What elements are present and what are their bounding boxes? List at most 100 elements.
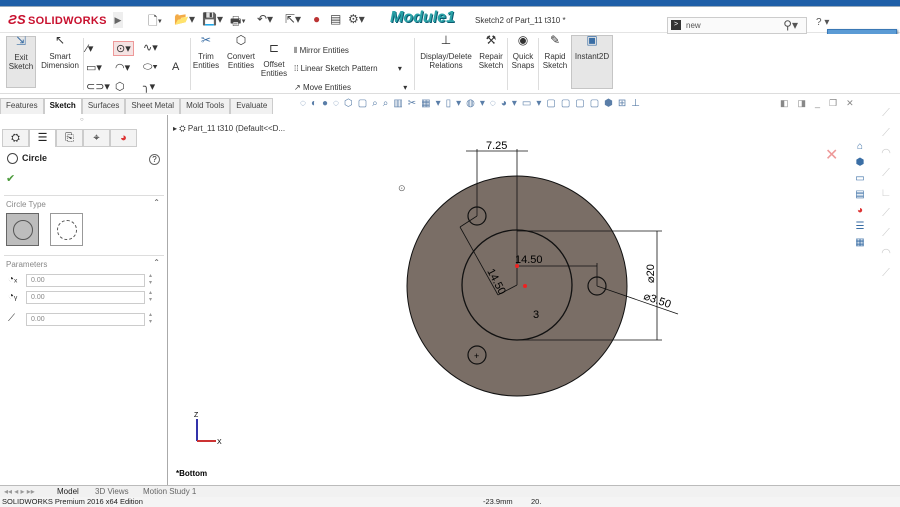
ellipse-icon[interactable]: ⬭▾ xyxy=(143,61,158,74)
file-properties-icon[interactable]: ▤ xyxy=(330,12,341,26)
polygon-icon[interactable]: ⬡ xyxy=(115,80,125,93)
solidworks-window: ƧS SOLIDWORKS ▶ 🗋▾ 📂▾ 💾▾ 🖶▾ ↶▾ ⇱▾ ● ▤ ⚙▾ … xyxy=(0,6,900,507)
tab-motion-study[interactable]: Motion Study 1 xyxy=(143,487,196,496)
file-explorer-icon[interactable]: ▭ xyxy=(852,173,868,189)
center-circle-button[interactable] xyxy=(6,213,39,246)
fillet-icon[interactable]: ╮▾ xyxy=(143,80,155,93)
display-delete-relations-button[interactable]: ⊥ Display/Delete Relations xyxy=(418,34,474,70)
search-icon[interactable]: ⚲▾ xyxy=(783,18,798,32)
tab-sketch[interactable]: Sketch xyxy=(43,98,82,114)
brand-text: SOLIDWORKS xyxy=(27,15,107,27)
options-gear-icon[interactable]: ⚙▾ xyxy=(348,12,365,26)
feature-tree-tab-icon[interactable]: ⛭ xyxy=(2,129,29,147)
tab-3d-views[interactable]: 3D Views xyxy=(95,487,129,496)
dimxpert-tab-icon[interactable]: ⌖ xyxy=(83,129,110,147)
center-x-input[interactable]: 0.00 xyxy=(26,274,145,287)
center-y-input[interactable]: 0.00 xyxy=(26,291,145,304)
rebuild-icon[interactable]: ● xyxy=(313,12,320,26)
radius-input[interactable]: 0.00 xyxy=(26,313,145,326)
repair-sketch-button[interactable]: ⚒ Repair Sketch xyxy=(476,34,506,70)
save-icon[interactable]: 💾▾ xyxy=(202,12,223,26)
instant2d-button[interactable]: ▣ Instant2D xyxy=(571,34,613,89)
mirror-entities-button[interactable]: ⫴ Mirror Entities xyxy=(294,46,349,56)
help-icon[interactable]: ? xyxy=(149,154,160,165)
view-palette-icon[interactable]: ▤ xyxy=(852,189,868,205)
arc-icon[interactable]: ◠▾ xyxy=(115,61,130,74)
home-icon[interactable]: ⌂ xyxy=(852,141,868,157)
tab-surfaces[interactable]: Surfaces xyxy=(81,98,126,114)
heads-up-view-toolbar[interactable]: ◌◐●◌⬡▢⌕⌕▥✂▦▾▯▾◍▾◌◕▾▭▾▢▢▢▢⬢⊞⊥ xyxy=(300,98,645,114)
linear-sketch-pattern-button[interactable]: ⁞⁞ Linear Sketch Pattern ▾ xyxy=(294,64,402,73)
command-manager: ⇲ Exit Sketch ↖ Smart Dimension ⁄▾ ⊙▾ ∿▾ ▭… xyxy=(0,34,900,94)
tab-features[interactable]: Features xyxy=(0,98,44,114)
search-value: new xyxy=(686,21,701,30)
design-library-icon[interactable]: ⬢ xyxy=(852,157,868,173)
rapid-sketch-label: Rapid Sketch xyxy=(542,52,568,70)
search-input[interactable]: > new ⚲▾ xyxy=(667,17,807,34)
trim-entities-button[interactable]: ✂ Trim Entities xyxy=(192,33,220,70)
triad-icon: Z X xyxy=(194,412,222,446)
red-origin-point xyxy=(523,284,527,288)
pm-title-text: Circle xyxy=(22,153,48,163)
solidworks-logo[interactable]: ƧS SOLIDWORKS xyxy=(8,12,107,27)
appearances-icon[interactable]: ◕ xyxy=(852,205,868,221)
tab-mold-tools[interactable]: Mold Tools xyxy=(180,98,231,114)
repair-label: Repair Sketch xyxy=(478,52,504,70)
offset-label: Offset Entities xyxy=(260,60,288,78)
quick-snaps-button[interactable]: ◉ Quick Snaps xyxy=(509,34,537,70)
radius-icon: ⟋ xyxy=(8,313,15,324)
parameters-section[interactable]: Parameters ⌃ xyxy=(4,255,164,271)
center-y-spinner[interactable]: ▴ ▾ xyxy=(149,290,152,304)
print-icon[interactable]: 🖶▾ xyxy=(230,12,246,33)
center-x-spinner[interactable]: ▴ ▾ xyxy=(149,273,152,287)
select-icon[interactable]: ⇱▾ xyxy=(285,12,301,26)
collapse-icon[interactable]: ⌃ xyxy=(153,198,160,207)
smart-dimension-button[interactable]: ↖ Smart Dimension xyxy=(38,33,82,70)
new-file-icon[interactable]: 🗋▾ xyxy=(148,12,162,33)
relations-label: Display/Delete Relations xyxy=(420,52,472,70)
help-icon[interactable]: ? ▾ xyxy=(816,17,829,28)
dim-diameter-20: ⌀20 xyxy=(645,264,657,283)
mirror-label: Mirror Entities xyxy=(299,46,349,55)
move-entities-button[interactable]: ↗ Move Entities ▾ xyxy=(294,83,407,92)
collapse-icon[interactable]: ⌃ xyxy=(153,258,160,267)
configuration-manager-tab-icon[interactable]: ⎘ xyxy=(56,129,83,147)
rectangle-icon[interactable]: ▭▾ xyxy=(86,61,102,74)
trim-label: Trim Entities xyxy=(192,52,220,70)
cancel-confirmation-icon[interactable]: ✕ xyxy=(825,145,838,165)
open-file-icon[interactable]: 📂▾ xyxy=(174,12,195,26)
circle-tool-icon[interactable]: ⊙▾ xyxy=(113,41,134,56)
ok-check-icon[interactable]: ✔ xyxy=(6,172,15,185)
circle-type-section[interactable]: Circle Type ⌃ xyxy=(4,195,164,211)
tab-model[interactable]: Model xyxy=(57,487,79,496)
property-manager-panel: ○ ⛭ ☰ ⎘ ⌖ ◕ Circle ? ✔ Circle Type ⌃ Para… xyxy=(0,115,168,485)
property-manager-tab-icon[interactable]: ☰ xyxy=(29,129,56,147)
undo-icon[interactable]: ↶▾ xyxy=(257,12,273,26)
rapid-sketch-button[interactable]: ✎ Rapid Sketch xyxy=(541,33,569,70)
tab-scroll-arrows[interactable]: ◂◂ ◂ ▸ ▸▸ xyxy=(4,487,35,496)
radius-spinner[interactable]: ▴ ▾ xyxy=(149,312,152,326)
perimeter-circle-button[interactable] xyxy=(50,213,83,246)
trim-icon: ✂ xyxy=(200,33,212,47)
smart-dimension-icon: ↖ xyxy=(54,33,66,47)
line-icon[interactable]: ⁄▾ xyxy=(86,42,93,55)
offset-entities-button[interactable]: ⊏ Offset Entities xyxy=(260,42,288,78)
document-window-controls[interactable]: ◧◨_❐✕ xyxy=(780,98,863,109)
dim-14-50-horizontal: 14.50 xyxy=(515,254,543,266)
tab-sheet-metal[interactable]: Sheet Metal xyxy=(125,98,181,114)
menu-expand-arrow[interactable]: ▶ xyxy=(113,12,123,28)
convert-entities-button[interactable]: ⬡ Convert Entities xyxy=(224,34,258,70)
exit-sketch-button[interactable]: ⇲ Exit Sketch xyxy=(6,35,36,88)
panel-grip[interactable]: ○ xyxy=(80,117,84,123)
tab-evaluate[interactable]: Evaluate xyxy=(230,98,274,114)
forum-icon[interactable]: ▦ xyxy=(852,237,868,253)
text-icon[interactable]: A xyxy=(172,61,179,73)
sketch-canvas[interactable]: + 7.25 14.50 14.50 ⌀20 ⌀3.50 3 ⊙ Z X *Bo… xyxy=(169,115,869,485)
display-manager-tab-icon[interactable]: ◕ xyxy=(110,129,137,147)
custom-properties-icon[interactable]: ☰ xyxy=(852,221,868,237)
rapid-sketch-icon: ✎ xyxy=(549,33,561,47)
spline-icon[interactable]: ∿▾ xyxy=(143,41,158,54)
graphics-area[interactable]: ▸ ⛭ Part_11 t310 (Default<<D... + 7.25 1… xyxy=(169,115,869,485)
smart-dimension-label: Smart Dimension xyxy=(41,52,79,70)
slot-icon[interactable]: ⊂⊃▾ xyxy=(86,80,110,93)
